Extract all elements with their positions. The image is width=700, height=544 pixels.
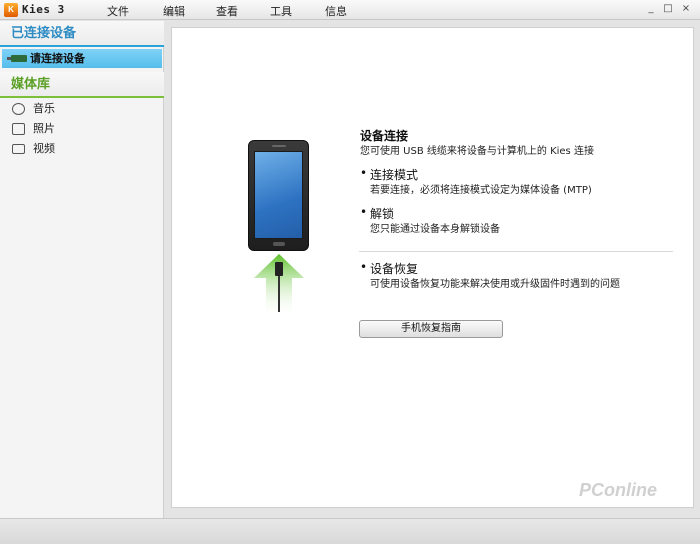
sidebar-item-videos[interactable]: 视频: [0, 139, 164, 159]
phone-home-button: [273, 242, 285, 246]
menu-edit[interactable]: 编辑: [163, 3, 185, 19]
connected-devices-header: 已连接设备: [0, 21, 164, 47]
section-text-device-recovery: 可使用设备恢复功能来解决使用或升级固件时遇到的问题: [370, 279, 620, 290]
sidebar-item-photos[interactable]: 照片: [0, 119, 164, 139]
maximize-icon[interactable]: □: [661, 2, 675, 16]
divider: [359, 251, 673, 252]
bullet: •: [360, 166, 368, 180]
close-icon[interactable]: ×: [679, 2, 693, 16]
menu-file[interactable]: 文件: [107, 3, 129, 19]
bullet: •: [360, 260, 368, 274]
sidebar-item-music[interactable]: 音乐: [0, 99, 164, 119]
usb-connect-arrow-icon: [254, 254, 304, 318]
menu-view[interactable]: 查看: [216, 3, 238, 19]
section-text-unlock: 您只能通过设备本身解锁设备: [370, 224, 500, 235]
menu-info[interactable]: 信息: [325, 3, 347, 19]
section-text-connection-mode: 若要连接，必须将连接模式设定为媒体设备 (MTP): [370, 185, 592, 196]
video-icon: [12, 144, 25, 154]
phone-screen: [254, 151, 303, 239]
watermark-logo: PConline: [579, 480, 658, 500]
app-title: Kies 3: [22, 3, 65, 16]
sidebar: 已连接设备 请连接设备 媒体库 音乐 照片 视频: [0, 21, 164, 518]
sidebar-item-label: 请连接设备: [30, 52, 85, 65]
sidebar-item-label: 视频: [33, 142, 55, 155]
phone-speaker: [272, 145, 286, 147]
bullet: •: [360, 205, 368, 219]
title-bar: K Kies 3 文件 编辑 查看 工具 信息 _ □ ×: [0, 0, 700, 20]
sidebar-item-label: 音乐: [33, 102, 55, 115]
photo-icon: [12, 123, 25, 135]
phone-illustration-icon: [248, 140, 309, 251]
phone-recovery-guide-button[interactable]: 手机恢复指南: [359, 320, 503, 338]
status-bar: [0, 518, 700, 544]
menu-tools[interactable]: 工具: [270, 3, 292, 19]
sidebar-item-label: 照片: [33, 122, 55, 135]
sidebar-item-connect-device[interactable]: 请连接设备: [2, 49, 162, 68]
page-subtitle: 您可使用 USB 线缆来将设备与计算机上的 Kies 连接: [360, 146, 594, 157]
minimize-icon[interactable]: _: [644, 2, 658, 16]
main-panel: 设备连接 您可使用 USB 线缆来将设备与计算机上的 Kies 连接 • 连接模…: [171, 27, 694, 508]
music-icon: [12, 103, 25, 115]
kies-logo-icon: K: [4, 3, 18, 17]
usb-device-icon: [7, 55, 27, 62]
media-library-header: 媒体库: [0, 72, 164, 98]
